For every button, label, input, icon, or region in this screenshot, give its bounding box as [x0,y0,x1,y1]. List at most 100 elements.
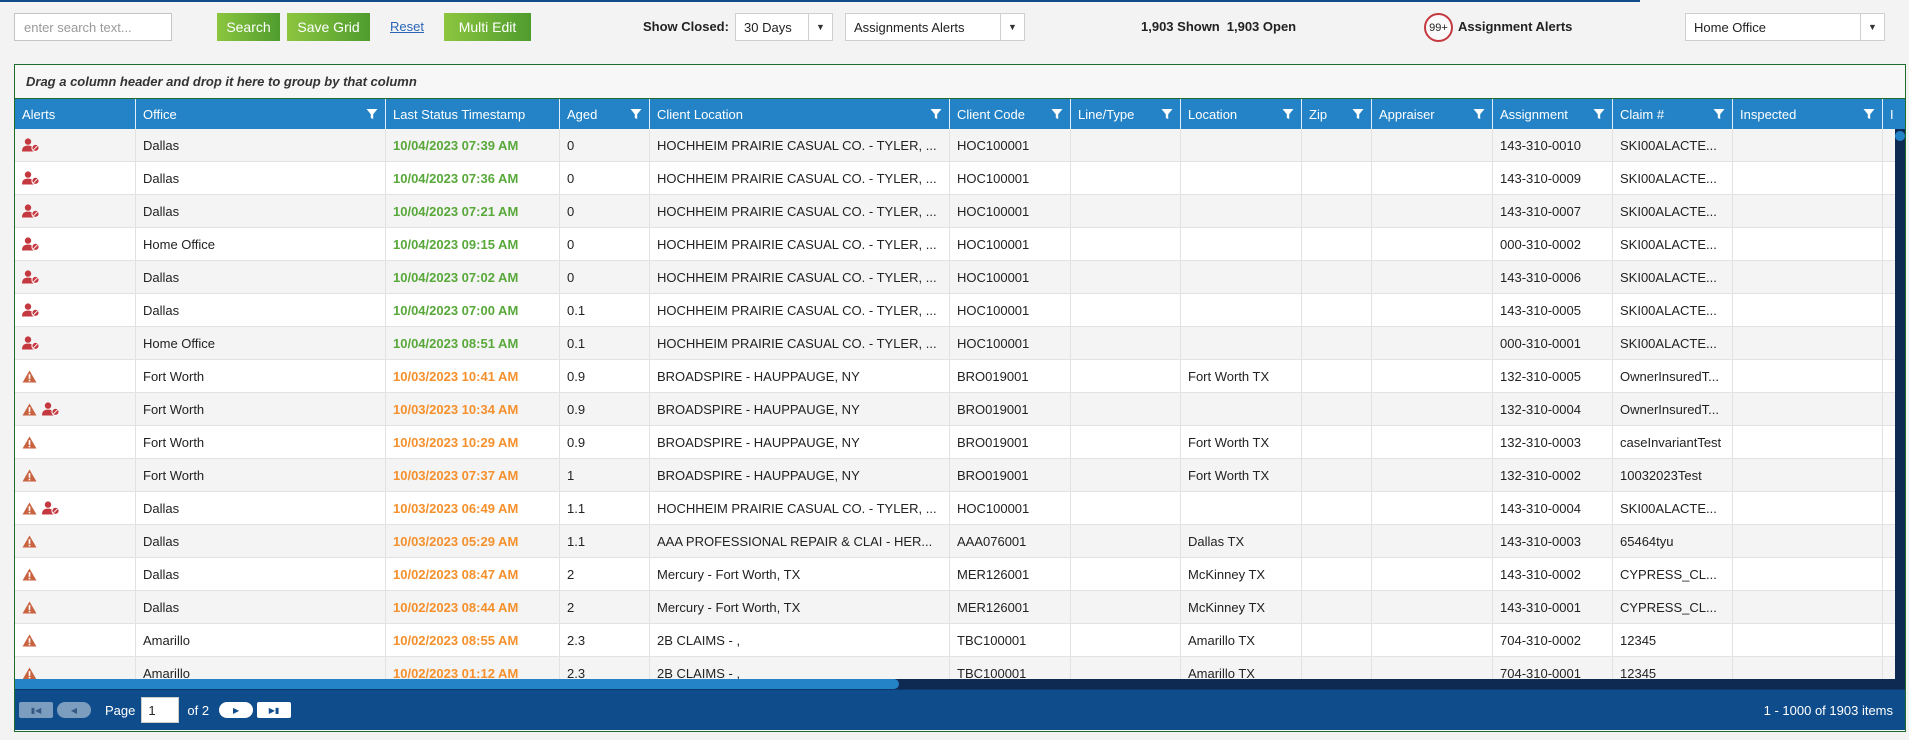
horizontal-scroll-thumb[interactable] [15,679,899,689]
horizontal-scrollbar[interactable] [15,679,1905,689]
cell-assignment: 132-310-0005 [1493,360,1613,392]
warning-icon[interactable] [22,435,37,449]
warning-icon[interactable] [22,666,37,680]
filter-icon[interactable] [366,108,378,120]
chevron-down-icon[interactable]: ▼ [1000,14,1024,40]
table-row[interactable]: Fort Worth 10/03/2023 10:29 AM 0.9 BROADSPI… [15,426,1905,459]
search-button[interactable]: Search [217,13,280,41]
claim-number-value: 12345 [1620,632,1657,648]
page-number-input[interactable] [141,697,180,723]
cell-client-location: HOCHHEIM PRAIRIE CASUAL CO. - TYLER, ... [650,492,950,524]
column-header-client-location[interactable]: Client Location [650,99,950,129]
filter-icon[interactable] [1473,108,1485,120]
user-blocked-icon[interactable] [22,237,40,251]
column-header-alerts[interactable]: Alerts [15,99,136,129]
group-by-drop-zone[interactable]: Drag a column header and drop it here to… [15,65,1905,99]
table-row[interactable]: Dallas 10/02/2023 08:47 AM 2 Mercury - Fort… [15,558,1905,591]
show-closed-select[interactable]: 30 Days ▼ [735,13,833,41]
filter-icon[interactable] [1593,108,1605,120]
cell-claim-number: SKI00ALACTE... [1613,327,1733,359]
cell-office: Amarillo [136,624,386,656]
table-row[interactable]: Dallas 10/04/2023 07:36 AM 0 HOCHHEIM PRAIR… [15,162,1905,195]
vertical-scrollbar[interactable] [1895,129,1905,689]
column-header-inspected[interactable]: Inspected [1733,99,1883,129]
warning-icon[interactable] [22,633,37,647]
vertical-scroll-thumb[interactable] [1895,131,1905,141]
table-row[interactable]: Amarillo 10/02/2023 08:55 AM 2.3 2B CLAIMS … [15,624,1905,657]
toolbar: Search Save Grid Reset Multi Edit Show C… [0,0,1909,55]
reset-link[interactable]: Reset [390,19,424,34]
table-row[interactable]: Dallas 10/04/2023 07:39 AM 0 HOCHHEIM PRAIR… [15,129,1905,162]
column-header-zip[interactable]: Zip [1302,99,1372,129]
column-header-claim-number[interactable]: Claim # [1613,99,1733,129]
alert-count-badge[interactable]: 99+ [1424,13,1453,42]
user-blocked-icon[interactable] [42,501,60,515]
user-blocked-icon[interactable] [42,402,60,416]
user-blocked-icon[interactable] [22,303,40,317]
first-page-button[interactable]: ▮◀ [19,702,53,718]
next-page-button[interactable]: ▶ [219,702,254,718]
table-row[interactable]: Dallas 10/03/2023 05:29 AM 1.1 AAA PROFESSI… [15,525,1905,558]
search-input[interactable] [14,13,172,41]
cell-location [1181,393,1302,425]
filter-icon[interactable] [630,108,642,120]
filter-icon[interactable] [930,108,942,120]
column-header-client-code[interactable]: Client Code [950,99,1071,129]
table-row[interactable]: Fort Worth 10/03/2023 10:34 AM 0.9 BROADSPI… [15,393,1905,426]
filter-icon[interactable] [1282,108,1294,120]
warning-icon[interactable] [22,402,37,416]
filter-icon[interactable] [1161,108,1173,120]
assignment-value: 132-310-0002 [1500,467,1581,483]
last-status-timestamp-value: 10/04/2023 07:02 AM [393,269,519,285]
column-header-office[interactable]: Office [136,99,386,129]
column-header-line-type[interactable]: Line/Type [1071,99,1181,129]
cell-claim-number: SKI00ALACTE... [1613,294,1733,326]
column-header-extra[interactable]: I [1883,99,1905,129]
office-select[interactable]: Home Office ▼ [1685,13,1885,41]
table-row[interactable]: Home Office 10/04/2023 08:51 AM 0.1 HOCHHEI… [15,327,1905,360]
last-page-button[interactable]: ▶▮ [257,702,292,718]
column-header-assignment[interactable]: Assignment [1493,99,1613,129]
table-row[interactable]: Dallas 10/03/2023 06:49 AM 1.1 HOCHHEIM PRA… [15,492,1905,525]
user-blocked-icon[interactable] [22,270,40,284]
multi-edit-button[interactable]: Multi Edit [444,13,531,41]
user-blocked-icon[interactable] [22,171,40,185]
user-blocked-icon[interactable] [22,204,40,218]
cell-location [1181,129,1302,161]
cell-alerts [15,294,136,326]
table-row[interactable]: Home Office 10/04/2023 09:15 AM 0 HOCHHEIM … [15,228,1905,261]
column-header-aged[interactable]: Aged [560,99,650,129]
chevron-down-icon[interactable]: ▼ [808,14,832,40]
warning-icon[interactable] [22,369,37,383]
warning-icon[interactable] [22,468,37,482]
chevron-down-icon[interactable]: ▼ [1860,14,1884,40]
warning-icon[interactable] [22,534,37,548]
cell-inspected [1733,492,1883,524]
table-row[interactable]: Fort Worth 10/03/2023 10:41 AM 0.9 BROADSPI… [15,360,1905,393]
previous-page-button[interactable]: ◀ [57,702,91,718]
save-grid-button[interactable]: Save Grid [287,13,370,41]
last-status-timestamp-value: 10/03/2023 10:34 AM [393,401,519,417]
view-select[interactable]: Assignments Alerts ▼ [845,13,1025,41]
column-header-last-status-timestamp[interactable]: Last Status Timestamp [386,99,560,129]
table-row[interactable]: Dallas 10/04/2023 07:02 AM 0 HOCHHEIM PRAIR… [15,261,1905,294]
last-status-timestamp-value: 10/02/2023 08:47 AM [393,566,519,582]
office-value: Dallas [143,137,180,153]
assignment-alerts-label[interactable]: Assignment Alerts [1458,19,1572,34]
user-blocked-icon[interactable] [22,138,40,152]
user-blocked-icon[interactable] [22,336,40,350]
table-row[interactable]: Dallas 10/04/2023 07:21 AM 0 HOCHHEIM PRAIR… [15,195,1905,228]
filter-icon[interactable] [1352,108,1364,120]
filter-icon[interactable] [1051,108,1063,120]
column-header-location[interactable]: Location [1181,99,1302,129]
warning-icon[interactable] [22,600,37,614]
cell-office: Dallas [136,492,386,524]
filter-icon[interactable] [1713,108,1725,120]
filter-icon[interactable] [1863,108,1875,120]
table-row[interactable]: Dallas 10/04/2023 07:00 AM 0.1 HOCHHEIM PRA… [15,294,1905,327]
table-row[interactable]: Dallas 10/02/2023 08:44 AM 2 Mercury - Fort… [15,591,1905,624]
table-row[interactable]: Fort Worth 10/03/2023 07:37 AM 1 BROADSPIRE… [15,459,1905,492]
warning-icon[interactable] [22,501,37,515]
column-header-appraiser[interactable]: Appraiser [1372,99,1493,129]
warning-icon[interactable] [22,567,37,581]
